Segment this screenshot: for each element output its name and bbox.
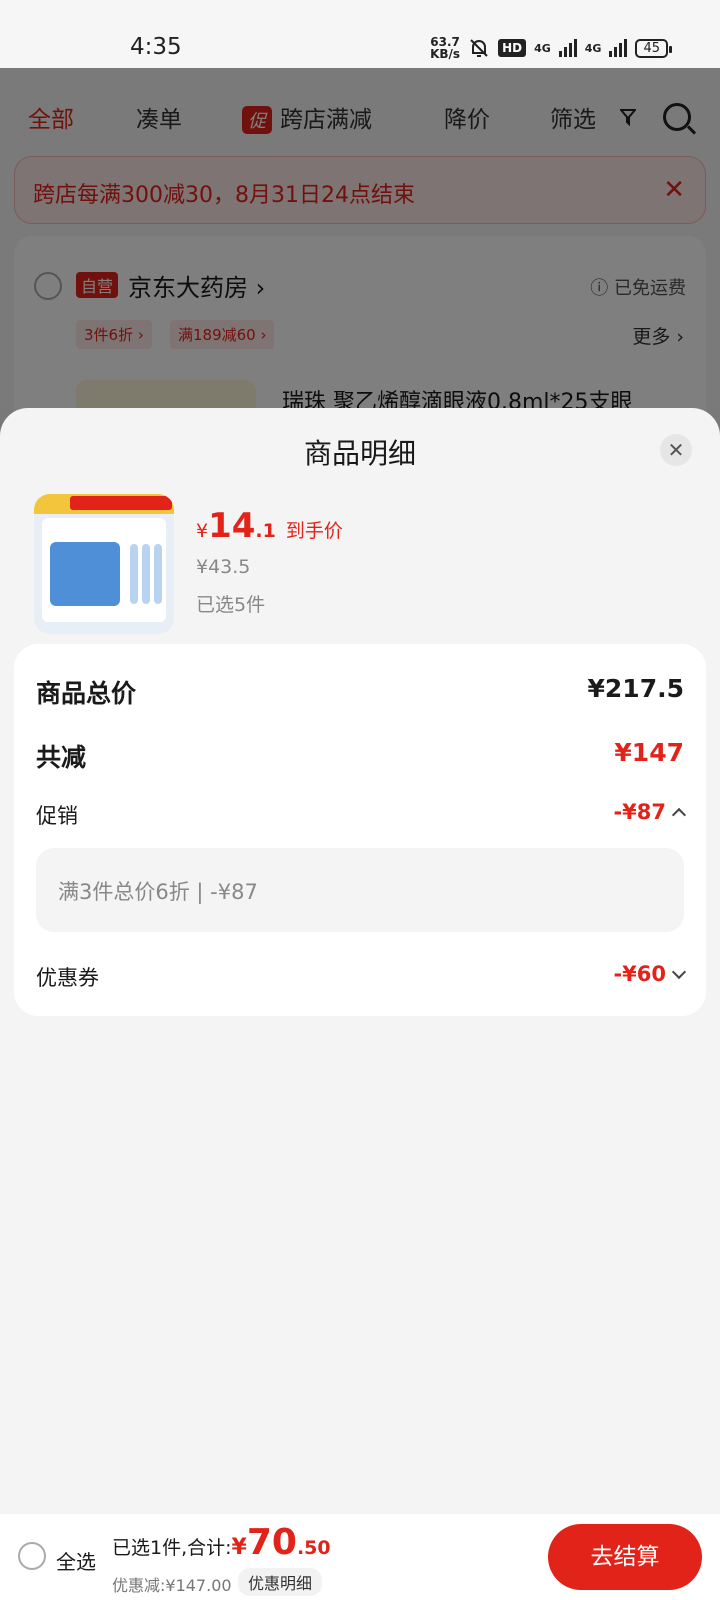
total-value: ¥217.5 [587,674,684,703]
status-icons: 63.7 KB/s HD 4G 4G 45 [430,35,672,61]
original-price: ¥43.5 [196,556,251,578]
discount-label: 共减 [36,743,87,772]
coupon-toggle[interactable]: -¥60 [613,962,687,986]
promo-toggle[interactable]: -¥87 [613,800,687,824]
select-all-label[interactable]: 全选 [56,1546,96,1575]
battery-icon: 45 [635,38,672,58]
close-icon[interactable]: ✕ [660,434,692,466]
bottom-action-bar: 全选 已选1件,合计:¥70.50 优惠减:¥147.00 优惠明细 去结算 [0,1514,720,1600]
status-time: 4:35 [130,34,182,60]
hd-badge: HD [498,39,527,57]
promo-detail-text: 满3件总价6折 | -¥87 [58,880,258,904]
checkout-button[interactable]: 去结算 [548,1524,702,1590]
product-image [34,494,174,634]
network-type-2: 4G [584,41,602,55]
promo-detail-box: 满3件总价6折 | -¥87 [36,848,684,932]
signal-icon [558,39,577,57]
coupon-label: 优惠券 [36,966,99,990]
chevron-down-icon [671,964,687,980]
discount-value: ¥147 [614,738,684,767]
status-bar: 4:35 63.7 KB/s HD 4G 4G 45 [0,0,720,68]
network-type-1: 4G [534,41,551,55]
select-all-checkbox[interactable] [18,1542,46,1570]
chevron-up-icon [671,807,687,823]
item-detail-sheet: 商品明细 ✕ ¥14.1 到手价 ¥43.5 已选5件 商品总价 ¥217.5 共… [0,408,720,1600]
total-label: 商品总价 [36,679,137,708]
sheet-title: 商品明细 [303,437,416,470]
promo-label: 促销 [36,804,78,828]
net-speed: 63.7 KB/s [430,35,461,61]
signal-icon [609,39,628,57]
final-price: ¥14.1 到手价 [196,506,343,546]
selected-quantity: 已选5件 [196,594,266,616]
price-detail-card: 商品总价 ¥217.5 共减 ¥147 促销 -¥87 满3件总价6折 | -¥… [14,644,706,1016]
savings-text: 优惠减:¥147.00 [112,1576,232,1595]
mute-bell-icon [470,39,488,57]
discount-detail-button[interactable]: 优惠明细 [238,1568,323,1596]
cart-total: 已选1件,合计:¥70.50 [112,1522,331,1563]
